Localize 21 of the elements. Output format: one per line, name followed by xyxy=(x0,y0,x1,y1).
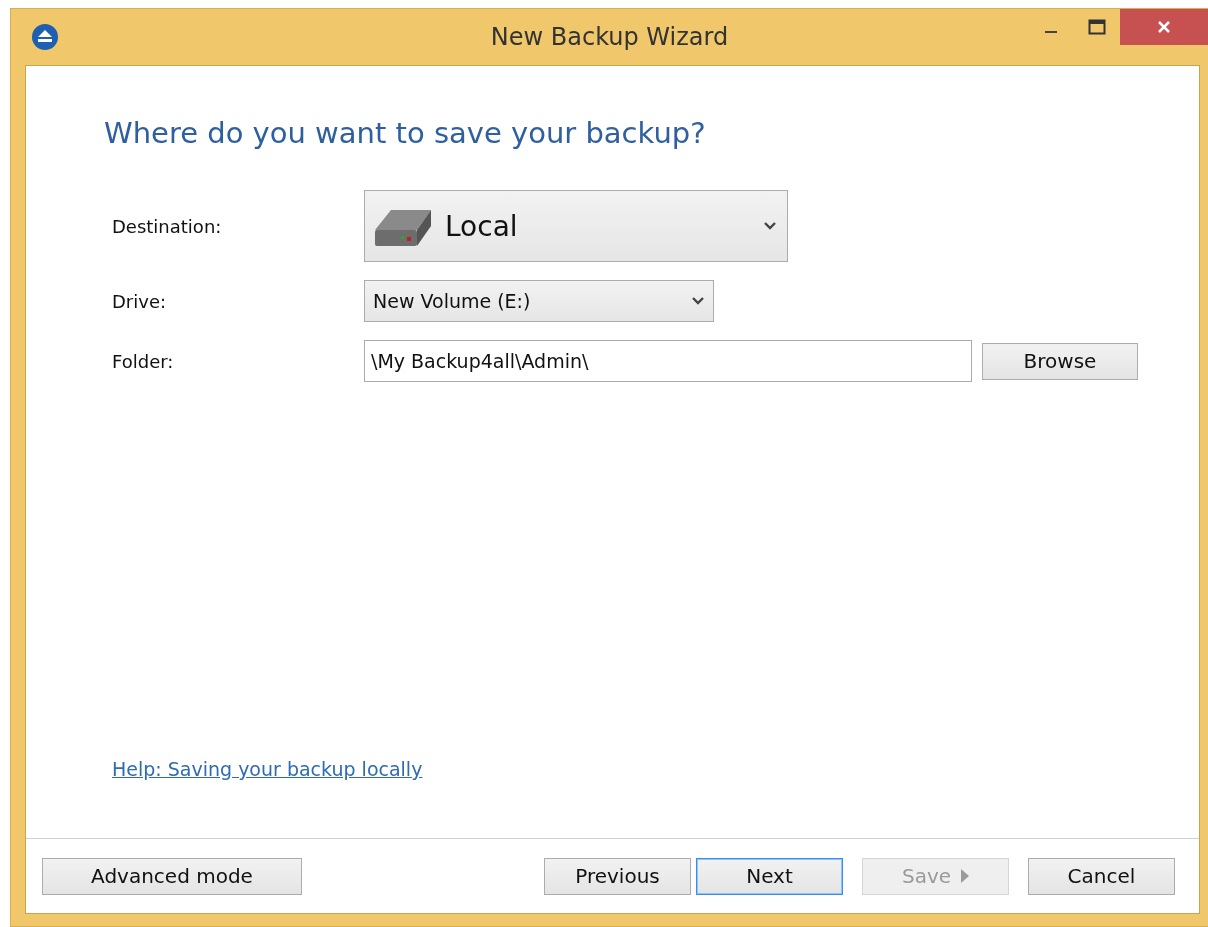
advanced-mode-button[interactable]: Advanced mode xyxy=(42,857,302,895)
footer-button[interactable]: Next xyxy=(696,857,843,895)
drive-label: Drive: xyxy=(112,290,167,312)
help-link[interactable]: Help: Saving your backup locally xyxy=(112,758,423,780)
eject-icon xyxy=(31,23,59,51)
caret-right-icon xyxy=(961,869,970,883)
page-heading: Where do you want to save your backup? xyxy=(104,116,707,150)
browse-button[interactable]: Browse xyxy=(982,342,1138,380)
footer-button[interactable]: Cancel xyxy=(1028,857,1175,895)
footer-button[interactable]: Previous xyxy=(544,857,691,895)
destination-label: Destination: xyxy=(112,215,222,237)
destination-dropdown[interactable]: Local xyxy=(364,190,788,262)
folder-field[interactable]: \My Backup4all\Admin\ xyxy=(364,340,972,382)
chevron-down-icon xyxy=(763,221,777,231)
maximize-icon xyxy=(1088,19,1106,35)
folder-label: Folder: xyxy=(112,350,174,372)
drive-dropdown[interactable]: New Volume (E:) xyxy=(364,280,714,322)
chevron-down-icon xyxy=(691,296,705,306)
minimize-icon xyxy=(1045,31,1057,33)
close-icon xyxy=(1156,19,1172,35)
window-title: New Backup Wizard xyxy=(490,23,729,51)
